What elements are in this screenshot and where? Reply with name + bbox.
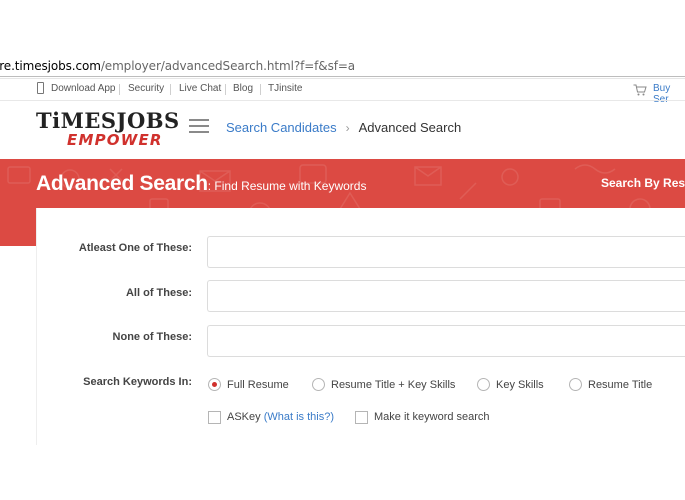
radio-unselected-icon[interactable] [477,378,490,391]
chevron-right-icon: › [345,121,350,135]
address-bar-divider [0,76,685,77]
all-of-these-label: All of These: [125,287,192,299]
all-of-these-input[interactable] [207,280,685,312]
logo-wordmark: TiMESJOBS [36,108,180,133]
breadcrumb-current: Advanced Search [358,120,462,135]
hamburger-menu-icon[interactable] [189,119,209,133]
radio-unselected-icon[interactable] [569,378,582,391]
top-links-bar: Download App Security Live Chat Blog TJi… [0,80,685,105]
cart-icon[interactable] [633,84,647,96]
url-text[interactable]: ire.timesjobs.com/employer/advancedSearc… [0,59,355,73]
search-keywords-in-label: Search Keywords In: [83,376,192,388]
address-bar[interactable]: ire.timesjobs.com/employer/advancedSearc… [0,56,685,76]
checkbox-unchecked-icon[interactable] [208,411,221,424]
tjinsite-link[interactable]: TJinsite [268,83,302,94]
mobile-phone-icon [37,82,44,94]
breadcrumb-search-candidates[interactable]: Search Candidates [226,120,337,135]
live-chat-link[interactable]: Live Chat [179,83,221,94]
blog-link[interactable]: Blog [233,83,253,94]
breadcrumb: Search Candidates › Advanced Search [226,120,461,135]
link-separator [260,84,261,95]
atleast-one-input[interactable] [207,236,685,268]
radio-selected-icon[interactable] [208,378,221,391]
atleast-one-label: Atleast One of These: [78,242,192,254]
buy-services-link[interactable]: Buy Ser [653,83,685,105]
link-separator [170,84,171,95]
download-app-link[interactable]: Download App [51,83,116,94]
banner-heading: Advanced Search: Find Resume with Keywor… [36,172,366,196]
page-title: Advanced Search [36,172,208,195]
security-link[interactable]: Security [128,83,164,94]
askey-label: ASKey [227,411,261,423]
what-is-this-link[interactable]: (What is this?) [264,411,334,423]
logo-empower: EMPOWER [67,131,163,149]
none-of-these-input[interactable] [207,325,685,357]
page-subtitle: : Find Resume with Keywords [207,179,367,193]
address-bar-divider-light [0,78,685,79]
checkbox-unchecked-icon[interactable] [355,411,368,424]
timesjobs-empower-logo[interactable]: TiMESJOBS EMPOWER [36,108,179,150]
none-of-these-label: None of These: [112,331,192,343]
keyword-search-label: Make it keyword search [374,411,490,423]
link-separator [225,84,226,95]
top-links-divider [0,100,685,101]
link-separator [119,84,120,95]
search-by-resume-link[interactable]: Search By Resu [601,176,685,190]
radio-unselected-icon[interactable] [312,378,325,391]
